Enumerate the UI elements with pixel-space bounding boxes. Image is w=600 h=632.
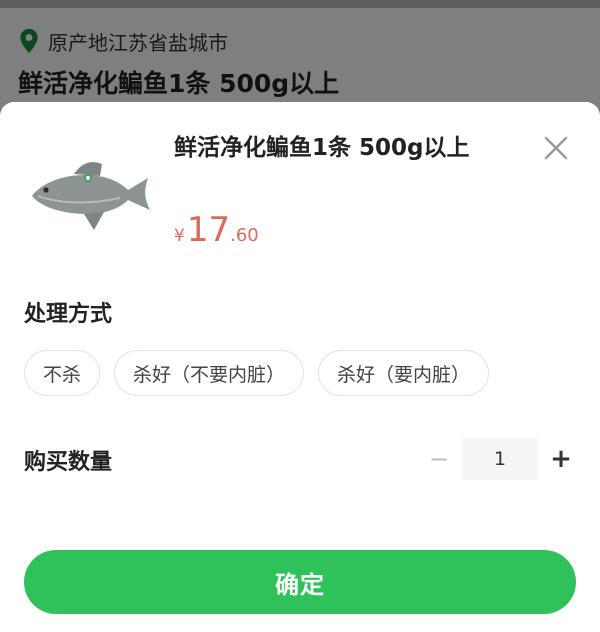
processing-label: 处理方式	[24, 302, 113, 327]
quantity-value[interactable]: 1	[462, 438, 538, 480]
price-integer: 17	[186, 210, 231, 250]
quantity-label: 购买数量	[24, 450, 113, 475]
quantity-stepper: − 1 +	[420, 438, 580, 480]
price-currency: ¥	[174, 226, 185, 246]
quantity-plus-button[interactable]: +	[542, 438, 580, 480]
confirm-button[interactable]: 确定	[24, 550, 576, 614]
product-price: ¥ 17 .60	[174, 210, 259, 250]
product-name: 鲜活净化鳊鱼1条 500g以上	[174, 135, 470, 161]
price-decimal: .60	[230, 225, 259, 246]
option-no-kill[interactable]: 不杀	[24, 350, 101, 396]
quantity-minus-button[interactable]: −	[420, 438, 458, 480]
product-fish-image	[32, 162, 150, 230]
processing-options: 不杀 杀好（不要内脏） 杀好（要内脏）	[24, 350, 490, 396]
option-killed-with-innards[interactable]: 杀好（要内脏）	[318, 350, 490, 396]
option-killed-no-innards[interactable]: 杀好（不要内脏）	[114, 350, 305, 396]
product-options-sheet: 鲜活净化鳊鱼1条 500g以上 ¥ 17 .60 处理方式 不杀 杀好（不要内脏…	[0, 102, 600, 632]
status-bar	[0, 0, 600, 8]
close-icon[interactable]	[540, 132, 572, 164]
